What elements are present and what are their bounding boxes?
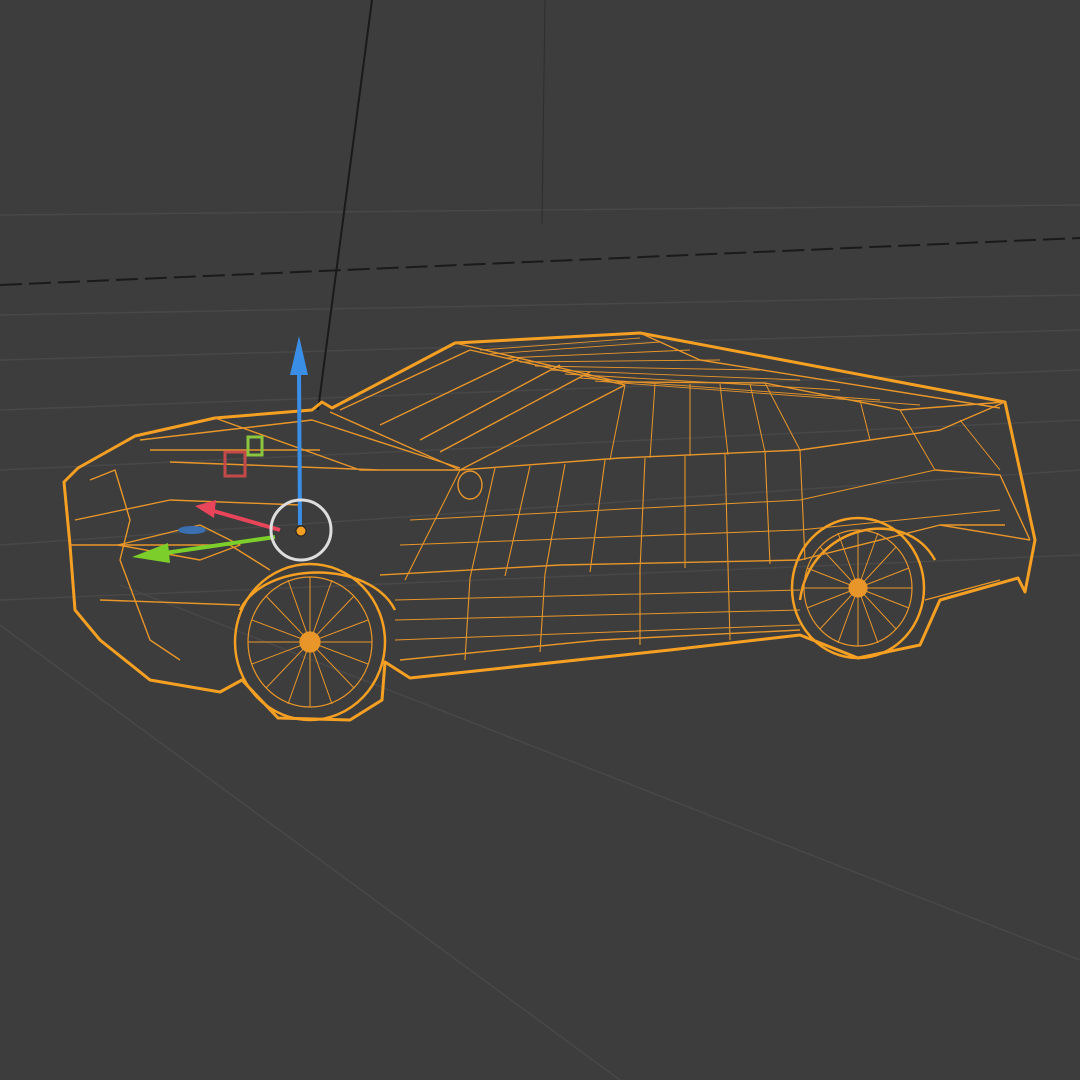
- 3d-viewport[interactable]: [0, 0, 1080, 1080]
- front-wheel: [233, 562, 387, 722]
- side-crease: [379, 524, 1031, 576]
- gizmo-x-arrow-icon[interactable]: [195, 500, 216, 518]
- rear-wheel: [790, 516, 926, 660]
- gizmo-z-axis[interactable]: [297, 371, 302, 526]
- gizmo-x-axis[interactable]: [209, 508, 281, 532]
- wheel-arch-front: [238, 571, 397, 611]
- rear-hub: [848, 578, 868, 598]
- grid-line: [0, 204, 1080, 216]
- camera-line: [541, 0, 546, 226]
- gizmo-y-arrow-icon[interactable]: [132, 543, 170, 563]
- grid-line: [0, 294, 1080, 316]
- light-markers[interactable]: [223, 435, 264, 478]
- grid-line: [0, 329, 1080, 361]
- windows-top: [339, 349, 591, 453]
- front-fascia: [89, 469, 181, 661]
- front-hub: [299, 631, 321, 653]
- viewport-canvas[interactable]: [0, 0, 1080, 1080]
- world-z-axis-line: [317, 0, 373, 411]
- gizmo-z-back-handle[interactable]: [178, 526, 206, 534]
- object-origin-pivot[interactable]: [295, 525, 307, 537]
- hood-seam: [150, 417, 460, 471]
- gizmo-z-arrow-icon[interactable]: [290, 336, 308, 375]
- world-axes: [0, 0, 1080, 411]
- grid-line: [119, 584, 1080, 961]
- windshield-line: [329, 384, 626, 471]
- light-marker-green[interactable]: [246, 435, 264, 457]
- side-ribs: [404, 449, 806, 661]
- grid-line: [0, 554, 1080, 601]
- rocker-line: [399, 629, 801, 661]
- grid-line: [0, 419, 1080, 471]
- world-y-axis-line: [0, 237, 1080, 286]
- side-grid: [394, 469, 1001, 641]
- side-mirror: [457, 470, 483, 500]
- floor-grid: [0, 204, 1080, 1080]
